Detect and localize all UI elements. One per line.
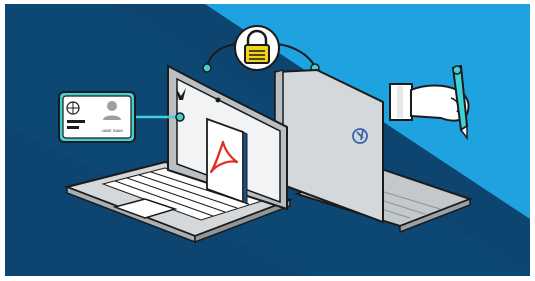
padlock-icon bbox=[234, 25, 280, 71]
pdf-document bbox=[206, 117, 248, 205]
id-card-icon: JANE SIAM bbox=[58, 91, 136, 143]
id-connector-dot bbox=[175, 112, 185, 122]
illustration-canvas: JANE SIAM bbox=[5, 4, 530, 276]
webcam bbox=[215, 97, 221, 103]
connector-dot-left bbox=[202, 63, 212, 73]
illustration: JANE SIAM bbox=[5, 4, 530, 276]
id-card-caption: JANE SIAM bbox=[101, 128, 122, 133]
